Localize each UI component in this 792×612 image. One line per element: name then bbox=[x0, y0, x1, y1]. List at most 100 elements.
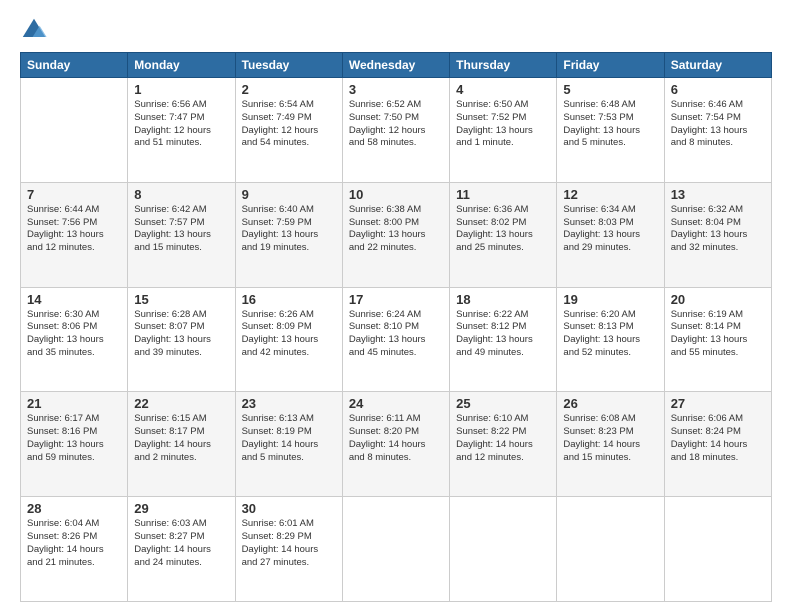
day-number: 4 bbox=[456, 82, 550, 97]
day-cell: 16 Sunrise: 6:26 AM Sunset: 8:09 PM Dayli… bbox=[235, 287, 342, 392]
week-row-4: 21Sunrise: 6:17 AM Sunset: 8:16 PM Dayli… bbox=[21, 392, 772, 497]
day-number: 5 bbox=[563, 82, 657, 97]
day-number: 30 bbox=[242, 501, 336, 516]
calendar-table: SundayMondayTuesdayWednesdayThursdayFrid… bbox=[20, 52, 772, 602]
day-info: Sunrise: 6:34 AM Sunset: 8:03 PM Dayligh… bbox=[563, 204, 657, 255]
logo-icon bbox=[20, 16, 48, 44]
day-info: Sunrise: 6:30 AM Sunset: 8:06 PM Dayligh… bbox=[27, 309, 121, 360]
week-row-5: 28 Sunrise: 6:04 AM Sunset: 8:26 PM Dayli… bbox=[21, 497, 772, 602]
day-cell: 30 Sunrise: 6:01 AM Sunset: 8:29 PM Dayli… bbox=[235, 497, 342, 602]
day-info: Sunrise: 6:15 AM Sunset: 8:17 PM Dayligh… bbox=[134, 413, 228, 464]
day-cell: 27Sunrise: 6:06 AM Sunset: 8:24 PM Dayli… bbox=[664, 392, 771, 497]
day-cell: 18 Sunrise: 6:22 AM Sunset: 8:12 PM Dayli… bbox=[450, 287, 557, 392]
header bbox=[20, 16, 772, 44]
day-info: Sunrise: 6:22 AM Sunset: 8:12 PM Dayligh… bbox=[456, 309, 550, 360]
day-number: 6 bbox=[671, 82, 765, 97]
day-cell: 11 Sunrise: 6:36 AM Sunset: 8:02 PM Dayli… bbox=[450, 182, 557, 287]
week-row-2: 7 Sunrise: 6:44 AM Sunset: 7:56 PM Daylig… bbox=[21, 182, 772, 287]
day-cell: 22Sunrise: 6:15 AM Sunset: 8:17 PM Dayli… bbox=[128, 392, 235, 497]
day-number: 18 bbox=[456, 292, 550, 307]
day-number: 24 bbox=[349, 396, 443, 411]
day-info: Sunrise: 6:36 AM Sunset: 8:02 PM Dayligh… bbox=[456, 204, 550, 255]
logo bbox=[20, 16, 52, 44]
week-row-3: 14 Sunrise: 6:30 AM Sunset: 8:06 PM Dayli… bbox=[21, 287, 772, 392]
day-cell: 15 Sunrise: 6:28 AM Sunset: 8:07 PM Dayli… bbox=[128, 287, 235, 392]
day-cell: 28 Sunrise: 6:04 AM Sunset: 8:26 PM Dayli… bbox=[21, 497, 128, 602]
day-cell: 13 Sunrise: 6:32 AM Sunset: 8:04 PM Dayli… bbox=[664, 182, 771, 287]
day-info: Sunrise: 6:04 AM Sunset: 8:26 PM Dayligh… bbox=[27, 518, 121, 569]
day-cell bbox=[664, 497, 771, 602]
day-number: 17 bbox=[349, 292, 443, 307]
day-number: 19 bbox=[563, 292, 657, 307]
day-info: Sunrise: 6:10 AM Sunset: 8:22 PM Dayligh… bbox=[456, 413, 550, 464]
weekday-wednesday: Wednesday bbox=[342, 53, 449, 78]
day-cell: 17 Sunrise: 6:24 AM Sunset: 8:10 PM Dayli… bbox=[342, 287, 449, 392]
day-number: 9 bbox=[242, 187, 336, 202]
day-cell bbox=[450, 497, 557, 602]
weekday-thursday: Thursday bbox=[450, 53, 557, 78]
page: SundayMondayTuesdayWednesdayThursdayFrid… bbox=[0, 0, 792, 612]
day-number: 7 bbox=[27, 187, 121, 202]
day-number: 15 bbox=[134, 292, 228, 307]
day-number: 21 bbox=[27, 396, 121, 411]
day-number: 10 bbox=[349, 187, 443, 202]
day-info: Sunrise: 6:40 AM Sunset: 7:59 PM Dayligh… bbox=[242, 204, 336, 255]
day-cell bbox=[557, 497, 664, 602]
day-cell: 23 Sunrise: 6:13 AM Sunset: 8:19 PM Dayli… bbox=[235, 392, 342, 497]
day-cell: 4 Sunrise: 6:50 AM Sunset: 7:52 PM Daylig… bbox=[450, 78, 557, 183]
day-info: Sunrise: 6:08 AM Sunset: 8:23 PM Dayligh… bbox=[563, 413, 657, 464]
day-number: 8 bbox=[134, 187, 228, 202]
day-info: Sunrise: 6:03 AM Sunset: 8:27 PM Dayligh… bbox=[134, 518, 228, 569]
day-cell: 9 Sunrise: 6:40 AM Sunset: 7:59 PM Daylig… bbox=[235, 182, 342, 287]
day-info: Sunrise: 6:13 AM Sunset: 8:19 PM Dayligh… bbox=[242, 413, 336, 464]
day-cell: 10 Sunrise: 6:38 AM Sunset: 8:00 PM Dayli… bbox=[342, 182, 449, 287]
day-number: 3 bbox=[349, 82, 443, 97]
day-info: Sunrise: 6:19 AM Sunset: 8:14 PM Dayligh… bbox=[671, 309, 765, 360]
day-cell bbox=[21, 78, 128, 183]
weekday-sunday: Sunday bbox=[21, 53, 128, 78]
day-info: Sunrise: 6:46 AM Sunset: 7:54 PM Dayligh… bbox=[671, 99, 765, 150]
day-cell: 29 Sunrise: 6:03 AM Sunset: 8:27 PM Dayli… bbox=[128, 497, 235, 602]
day-cell: 8 Sunrise: 6:42 AM Sunset: 7:57 PM Daylig… bbox=[128, 182, 235, 287]
day-number: 1 bbox=[134, 82, 228, 97]
day-info: Sunrise: 6:42 AM Sunset: 7:57 PM Dayligh… bbox=[134, 204, 228, 255]
day-info: Sunrise: 6:56 AM Sunset: 7:47 PM Dayligh… bbox=[134, 99, 228, 150]
day-number: 23 bbox=[242, 396, 336, 411]
weekday-tuesday: Tuesday bbox=[235, 53, 342, 78]
day-number: 13 bbox=[671, 187, 765, 202]
day-number: 28 bbox=[27, 501, 121, 516]
day-cell: 6 Sunrise: 6:46 AM Sunset: 7:54 PM Daylig… bbox=[664, 78, 771, 183]
day-cell: 21Sunrise: 6:17 AM Sunset: 8:16 PM Dayli… bbox=[21, 392, 128, 497]
weekday-monday: Monday bbox=[128, 53, 235, 78]
day-cell: 20 Sunrise: 6:19 AM Sunset: 8:14 PM Dayli… bbox=[664, 287, 771, 392]
day-number: 27 bbox=[671, 396, 765, 411]
day-info: Sunrise: 6:44 AM Sunset: 7:56 PM Dayligh… bbox=[27, 204, 121, 255]
day-info: Sunrise: 6:28 AM Sunset: 8:07 PM Dayligh… bbox=[134, 309, 228, 360]
day-info: Sunrise: 6:38 AM Sunset: 8:00 PM Dayligh… bbox=[349, 204, 443, 255]
day-number: 26 bbox=[563, 396, 657, 411]
day-info: Sunrise: 6:11 AM Sunset: 8:20 PM Dayligh… bbox=[349, 413, 443, 464]
day-info: Sunrise: 6:24 AM Sunset: 8:10 PM Dayligh… bbox=[349, 309, 443, 360]
day-info: Sunrise: 6:01 AM Sunset: 8:29 PM Dayligh… bbox=[242, 518, 336, 569]
day-info: Sunrise: 6:26 AM Sunset: 8:09 PM Dayligh… bbox=[242, 309, 336, 360]
day-number: 16 bbox=[242, 292, 336, 307]
day-number: 25 bbox=[456, 396, 550, 411]
day-cell: 12Sunrise: 6:34 AM Sunset: 8:03 PM Dayli… bbox=[557, 182, 664, 287]
day-cell: 19Sunrise: 6:20 AM Sunset: 8:13 PM Dayli… bbox=[557, 287, 664, 392]
weekday-header-row: SundayMondayTuesdayWednesdayThursdayFrid… bbox=[21, 53, 772, 78]
day-number: 11 bbox=[456, 187, 550, 202]
day-number: 20 bbox=[671, 292, 765, 307]
day-cell: 26 Sunrise: 6:08 AM Sunset: 8:23 PM Dayli… bbox=[557, 392, 664, 497]
day-info: Sunrise: 6:50 AM Sunset: 7:52 PM Dayligh… bbox=[456, 99, 550, 150]
day-cell: 24 Sunrise: 6:11 AM Sunset: 8:20 PM Dayli… bbox=[342, 392, 449, 497]
day-cell: 25 Sunrise: 6:10 AM Sunset: 8:22 PM Dayli… bbox=[450, 392, 557, 497]
day-cell: 14 Sunrise: 6:30 AM Sunset: 8:06 PM Dayli… bbox=[21, 287, 128, 392]
calendar: SundayMondayTuesdayWednesdayThursdayFrid… bbox=[20, 52, 772, 602]
weekday-friday: Friday bbox=[557, 53, 664, 78]
day-number: 29 bbox=[134, 501, 228, 516]
day-cell: 2Sunrise: 6:54 AM Sunset: 7:49 PM Daylig… bbox=[235, 78, 342, 183]
day-info: Sunrise: 6:32 AM Sunset: 8:04 PM Dayligh… bbox=[671, 204, 765, 255]
day-number: 14 bbox=[27, 292, 121, 307]
day-info: Sunrise: 6:52 AM Sunset: 7:50 PM Dayligh… bbox=[349, 99, 443, 150]
day-info: Sunrise: 6:54 AM Sunset: 7:49 PM Dayligh… bbox=[242, 99, 336, 150]
